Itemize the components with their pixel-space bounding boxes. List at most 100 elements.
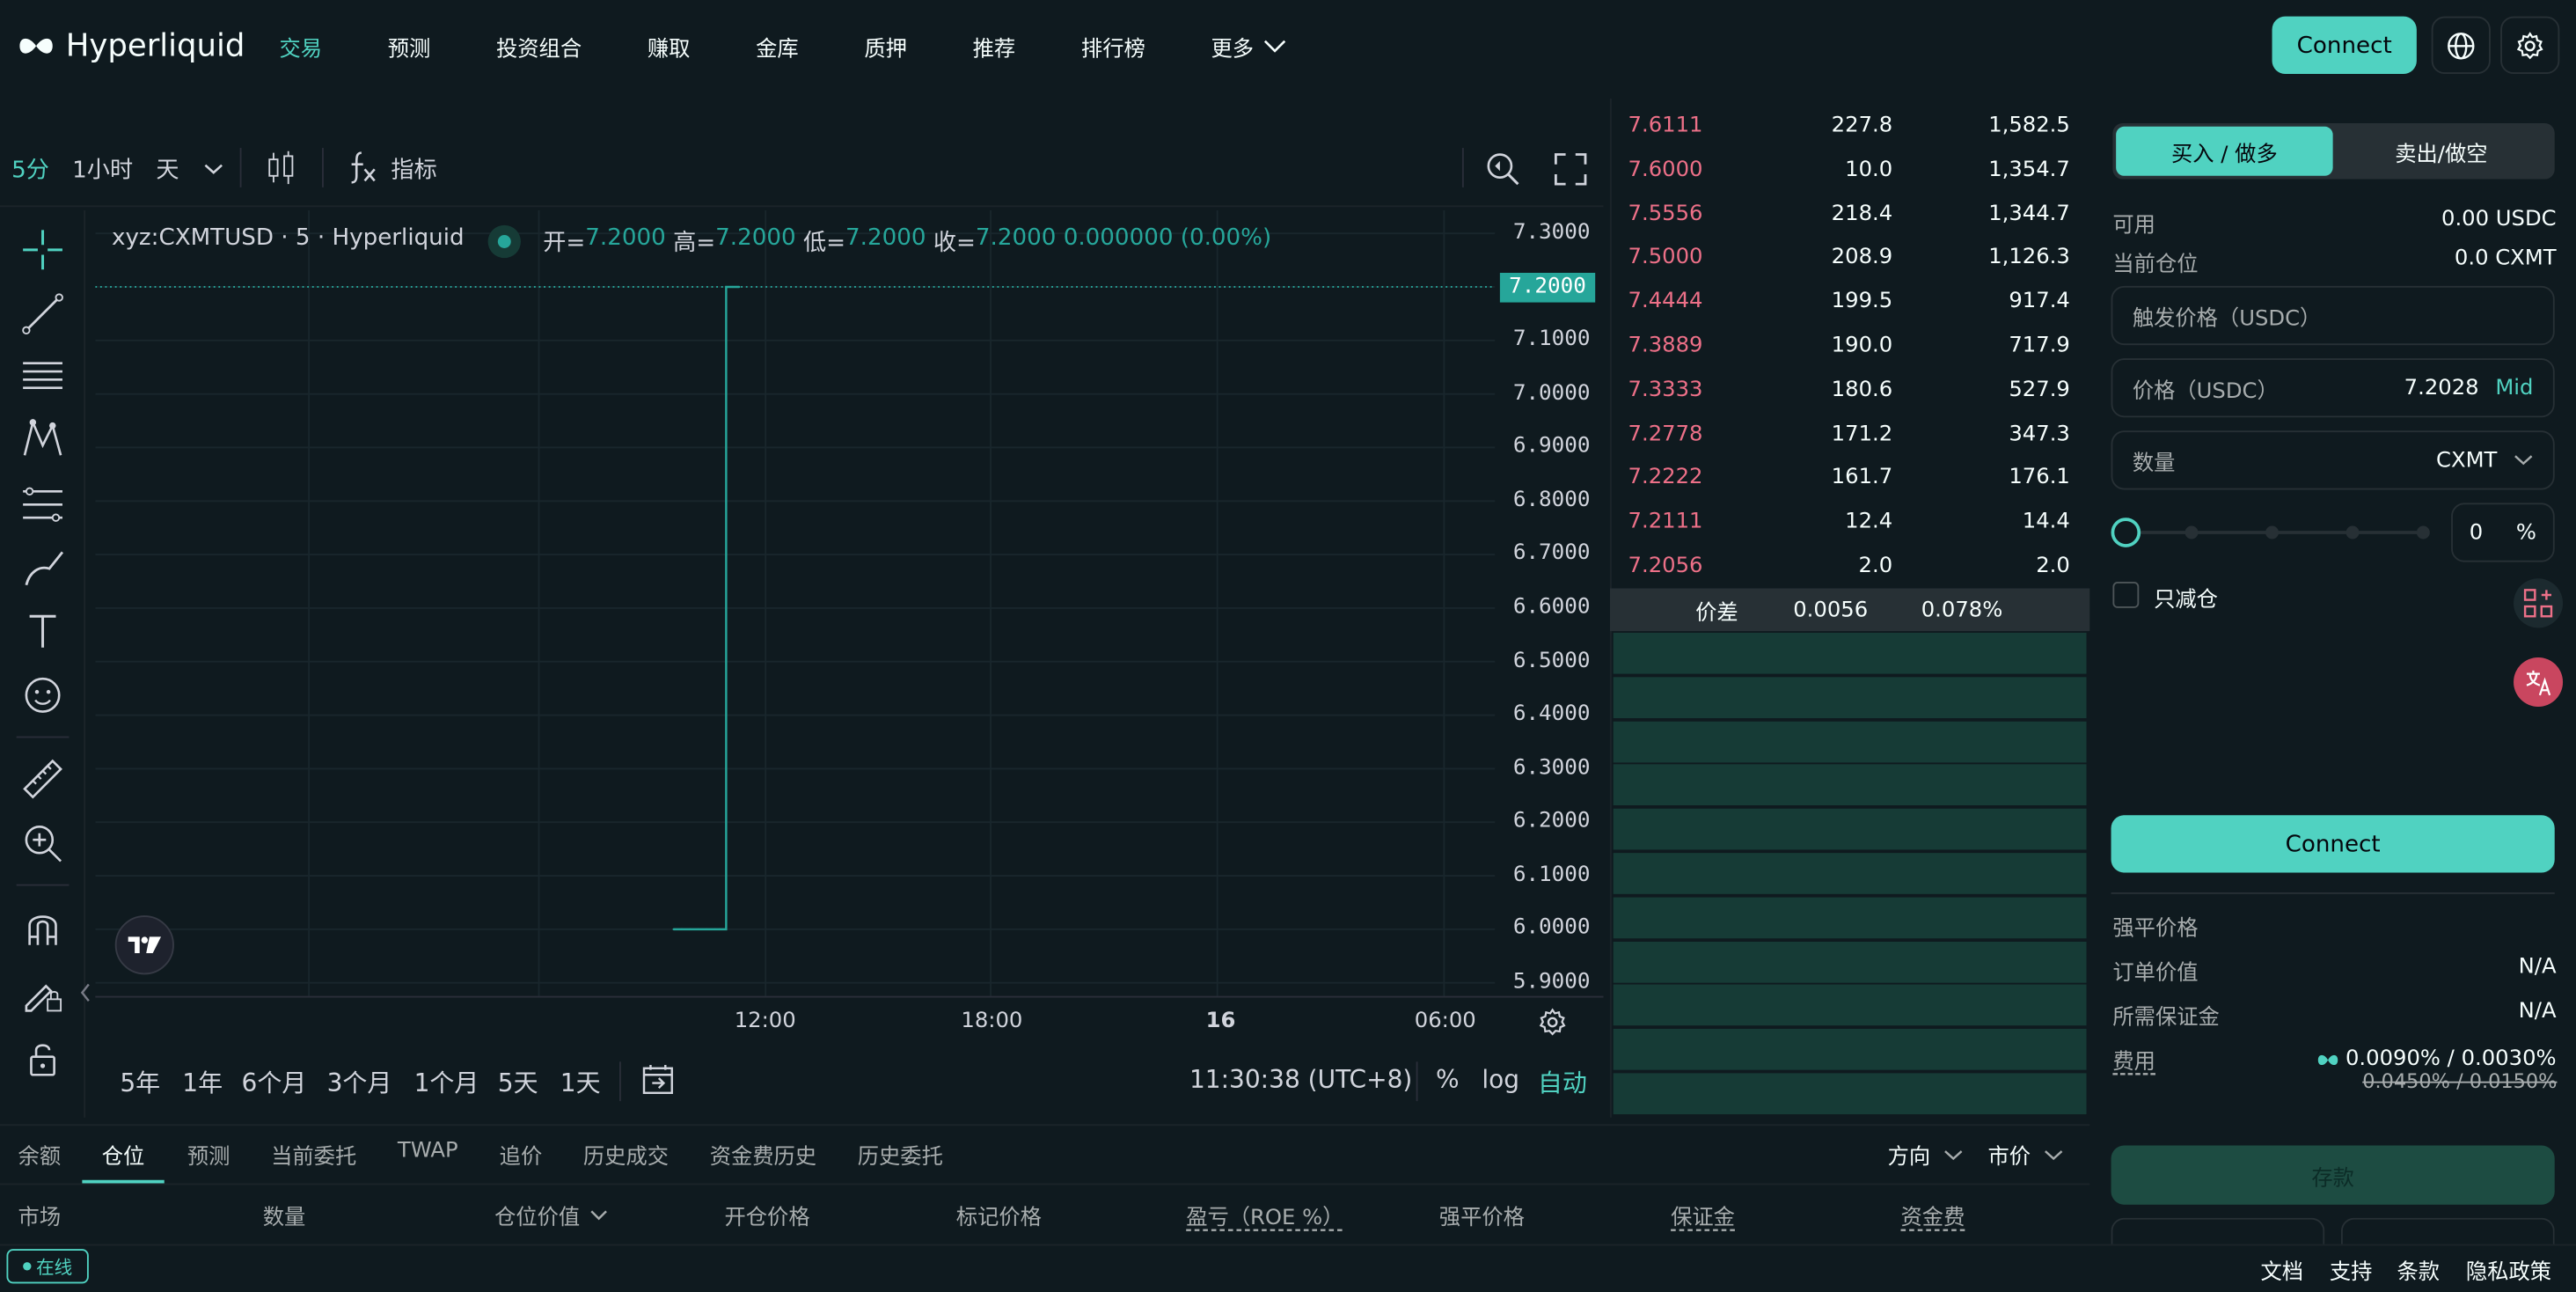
collapse-toolbar-icon[interactable] bbox=[79, 983, 92, 1002]
nav-more[interactable]: 更多 bbox=[1211, 31, 1286, 62]
nav-earn[interactable]: 赚取 bbox=[648, 31, 691, 62]
fx-indicator-icon[interactable] bbox=[347, 150, 379, 186]
tab-open-orders[interactable]: 当前委托 bbox=[271, 1139, 356, 1171]
col-funding[interactable]: 资金费 bbox=[1901, 1200, 1965, 1231]
trendline-icon[interactable] bbox=[19, 291, 65, 337]
col-liq-price[interactable]: 强平价格 bbox=[1439, 1200, 1525, 1231]
ask-row[interactable]: 7.5556 218.4 1,344.7 bbox=[1614, 194, 2087, 235]
footer-support-link[interactable]: 支持 bbox=[2330, 1254, 2373, 1285]
language-button[interactable] bbox=[2431, 16, 2491, 75]
range-1y[interactable]: 1年 bbox=[182, 1065, 223, 1099]
interval-chevron-icon[interactable] bbox=[204, 163, 223, 176]
pattern-icon[interactable] bbox=[19, 415, 65, 461]
nav-referrals[interactable]: 推荐 bbox=[973, 31, 1016, 62]
settings-button[interactable] bbox=[2500, 16, 2560, 75]
nav-vaults[interactable]: 金库 bbox=[756, 31, 799, 62]
deposit-button[interactable]: 存款 bbox=[2111, 1145, 2555, 1205]
col-mark-price[interactable]: 标记价格 bbox=[956, 1200, 1042, 1231]
connect-button-header[interactable]: Connect bbox=[2272, 16, 2417, 75]
range-3m[interactable]: 3个月 bbox=[327, 1065, 392, 1099]
interval-5m[interactable]: 5分 bbox=[11, 153, 49, 186]
fullscreen-icon[interactable] bbox=[1554, 153, 1587, 186]
ask-row[interactable]: 7.2056 2.0 2.0 bbox=[1614, 546, 2087, 587]
footer-docs-link[interactable]: 文档 bbox=[2260, 1254, 2303, 1285]
percent-scale-toggle[interactable]: % bbox=[1436, 1065, 1460, 1095]
range-5d[interactable]: 5天 bbox=[498, 1065, 538, 1099]
tab-balances[interactable]: 余额 bbox=[18, 1139, 62, 1171]
brand-logo[interactable]: Hyperliquid bbox=[17, 23, 245, 69]
ask-row[interactable]: 7.6000 10.0 1,354.7 bbox=[1614, 150, 2087, 191]
interval-1h[interactable]: 1小时 bbox=[72, 153, 133, 186]
tab-chase[interactable]: 追价 bbox=[500, 1139, 543, 1171]
buy-long-tab[interactable]: 买入 / 做多 bbox=[2116, 126, 2333, 176]
ask-row[interactable]: 7.3889 190.0 717.9 bbox=[1614, 326, 2087, 367]
auto-scale-toggle[interactable]: 自动 bbox=[1538, 1065, 1587, 1099]
widgets-button[interactable] bbox=[2514, 578, 2564, 628]
perps-spot-transfer-button[interactable] bbox=[2111, 1217, 2325, 1244]
replay-search-icon[interactable] bbox=[1483, 148, 1523, 187]
text-tool-icon[interactable] bbox=[19, 608, 65, 654]
col-market[interactable]: 市场 bbox=[18, 1200, 62, 1231]
fib-retracement-icon[interactable] bbox=[19, 481, 65, 527]
nav-trade[interactable]: 交易 bbox=[279, 31, 322, 62]
quantity-input[interactable]: 数量 CXMT bbox=[2111, 430, 2555, 490]
nav-staking[interactable]: 质押 bbox=[864, 31, 907, 62]
range-6m[interactable]: 6个月 bbox=[242, 1065, 307, 1099]
ask-row[interactable]: 7.6111 227.8 1,582.5 bbox=[1614, 106, 2087, 147]
tab-order-history[interactable]: 历史委托 bbox=[858, 1139, 943, 1171]
market-filter[interactable]: 市价 bbox=[1987, 1139, 2063, 1171]
tradingview-logo-icon[interactable] bbox=[114, 915, 174, 975]
tab-funding-history[interactable]: 资金费历史 bbox=[710, 1139, 816, 1171]
nav-predict[interactable]: 预测 bbox=[388, 31, 431, 62]
horizontal-lines-icon[interactable] bbox=[19, 353, 65, 399]
ask-row[interactable]: 7.2222 161.7 176.1 bbox=[1614, 458, 2087, 499]
direction-filter[interactable]: 方向 bbox=[1888, 1139, 1964, 1171]
trigger-price-input[interactable]: 触发价格（USDC） bbox=[2111, 285, 2555, 346]
footer-privacy-link[interactable]: 隐私政策 bbox=[2466, 1254, 2551, 1285]
goto-date-icon[interactable] bbox=[640, 1061, 677, 1097]
ask-row[interactable]: 7.2111 12.4 14.4 bbox=[1614, 502, 2087, 543]
range-1m[interactable]: 1个月 bbox=[414, 1065, 479, 1099]
tab-twap[interactable]: TWAP bbox=[398, 1139, 458, 1164]
nav-leaderboard[interactable]: 排行榜 bbox=[1081, 31, 1145, 62]
col-margin[interactable]: 保证金 bbox=[1671, 1200, 1735, 1231]
price-input[interactable]: 价格（USDC） 7.2028 Mid bbox=[2111, 358, 2555, 418]
withdraw-button[interactable] bbox=[2340, 1217, 2555, 1244]
nav-portfolio[interactable]: 投资组合 bbox=[496, 31, 582, 62]
size-slider-handle[interactable] bbox=[2111, 518, 2141, 547]
ask-row[interactable]: 7.4444 199.5 917.4 bbox=[1614, 282, 2087, 323]
col-entry-price[interactable]: 开仓价格 bbox=[725, 1200, 810, 1231]
magnet-icon[interactable] bbox=[19, 906, 65, 951]
ruler-icon[interactable] bbox=[19, 756, 65, 802]
quantity-unit[interactable]: CXMT bbox=[2436, 448, 2497, 473]
brush-icon[interactable] bbox=[19, 546, 65, 591]
col-pnl[interactable]: 盈亏（ROE %） bbox=[1186, 1200, 1343, 1231]
ask-row[interactable]: 7.5000 208.9 1,126.3 bbox=[1614, 238, 2087, 279]
connect-wallet-button[interactable]: Connect bbox=[2111, 815, 2555, 873]
unit-chevron-down-icon[interactable] bbox=[2514, 453, 2533, 466]
lock-drawing-icon[interactable] bbox=[19, 970, 65, 1016]
range-1d[interactable]: 1天 bbox=[560, 1065, 601, 1099]
tab-positions[interactable]: 仓位 bbox=[102, 1139, 145, 1171]
candles-icon[interactable] bbox=[265, 150, 297, 186]
reduce-only-checkbox[interactable] bbox=[2112, 582, 2140, 608]
mid-price-button[interactable]: Mid bbox=[2495, 376, 2533, 400]
lock-icon[interactable] bbox=[19, 1035, 65, 1081]
size-percent-input[interactable]: 0% bbox=[2451, 503, 2555, 562]
emoji-icon[interactable] bbox=[19, 672, 65, 718]
ask-row[interactable]: 7.3333 180.6 527.9 bbox=[1614, 370, 2087, 411]
tab-trade-history[interactable]: 历史成交 bbox=[583, 1139, 669, 1171]
indicators-button[interactable]: 指标 bbox=[391, 153, 436, 186]
translate-button[interactable] bbox=[2514, 657, 2564, 707]
zoom-in-icon[interactable] bbox=[19, 820, 65, 866]
crosshair-icon[interactable] bbox=[19, 227, 65, 273]
ask-row[interactable]: 7.2778 171.2 347.3 bbox=[1614, 414, 2087, 455]
sell-short-tab[interactable]: 卖出/做空 bbox=[2333, 127, 2550, 176]
col-position-value[interactable]: 仓位价值 bbox=[494, 1200, 608, 1231]
interval-1d[interactable]: 天 bbox=[156, 153, 179, 186]
footer-terms-link[interactable]: 条款 bbox=[2397, 1254, 2440, 1285]
chart-settings-icon[interactable] bbox=[1538, 1008, 1568, 1038]
log-scale-toggle[interactable]: log bbox=[1482, 1065, 1519, 1095]
tab-predictions[interactable]: 预测 bbox=[187, 1139, 231, 1171]
range-5y[interactable]: 5年 bbox=[120, 1065, 160, 1099]
